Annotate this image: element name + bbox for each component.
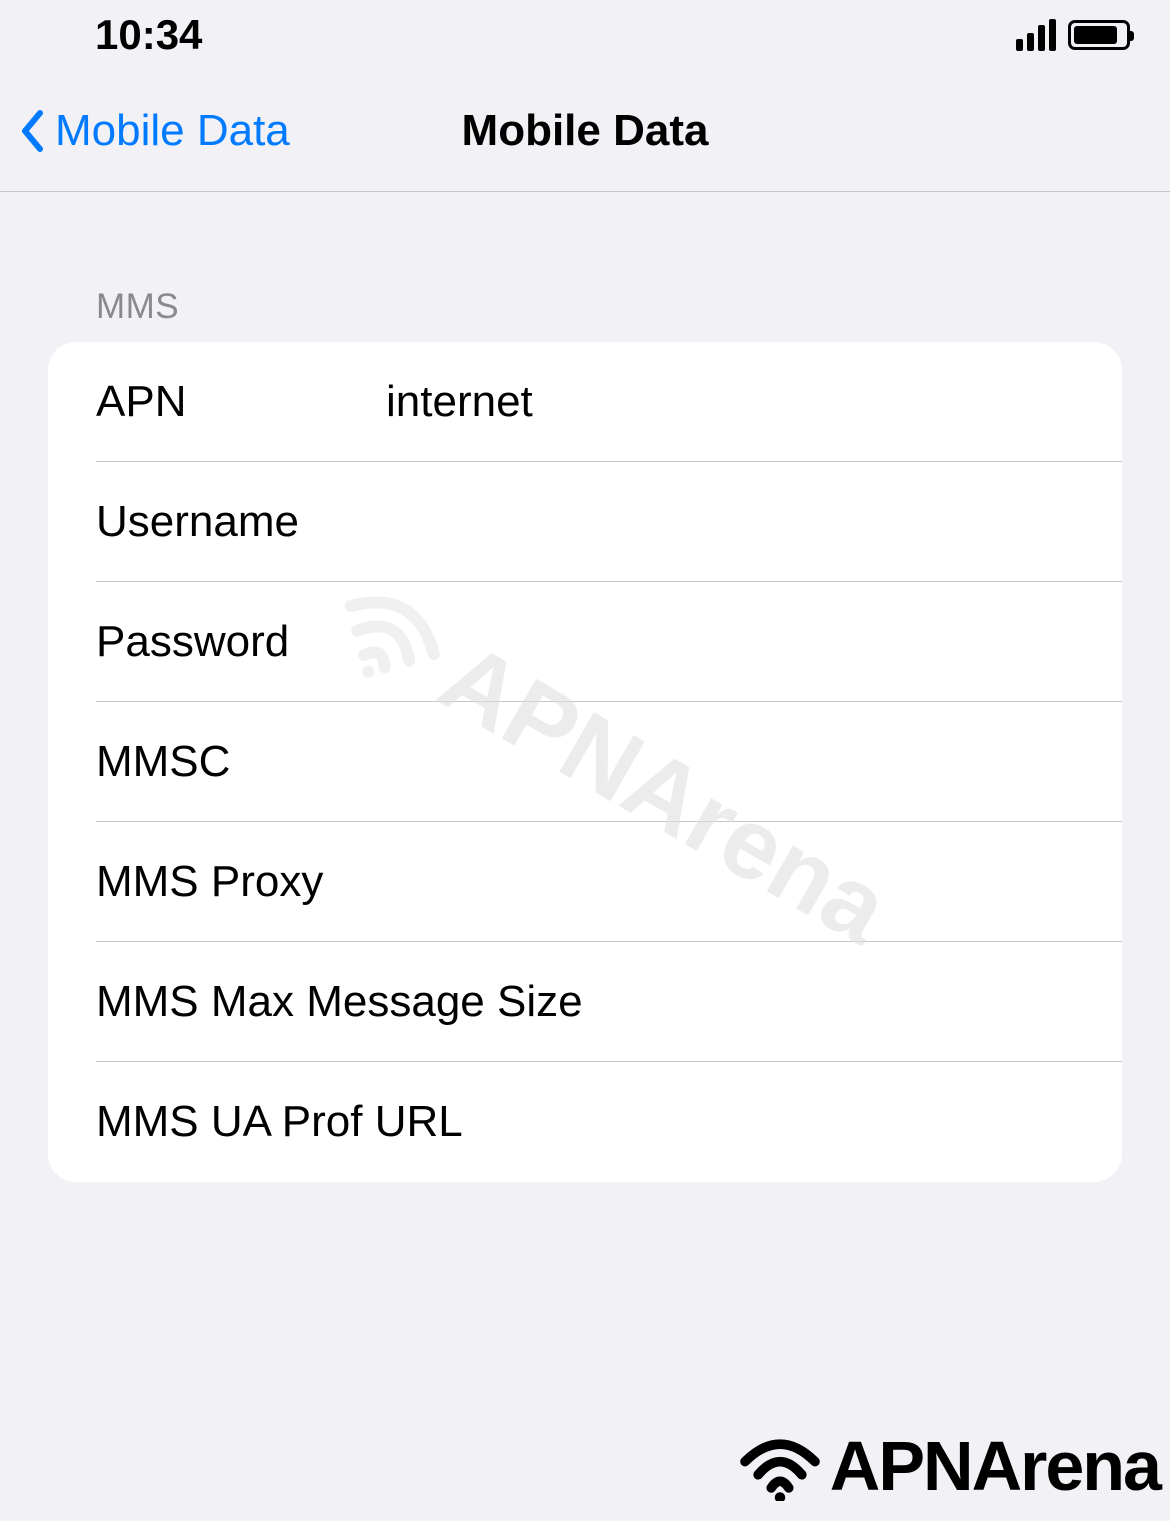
row-label: MMS Proxy: [96, 857, 386, 907]
cellular-signal-icon: [1016, 19, 1056, 51]
row-password[interactable]: Password: [48, 582, 1122, 702]
section-header-mms: MMS: [48, 192, 1122, 342]
username-input[interactable]: [386, 497, 1074, 547]
row-label: MMS UA Prof URL: [96, 1097, 463, 1147]
row-mmsc[interactable]: MMSC: [48, 702, 1122, 822]
row-mms-max-size[interactable]: MMS Max Message Size: [48, 942, 1122, 1062]
nav-bar: Mobile Data Mobile Data: [0, 70, 1170, 192]
row-label: MMSC: [96, 737, 386, 787]
footer-text: APNArena: [830, 1426, 1160, 1506]
apn-input[interactable]: [386, 377, 1074, 427]
status-icons: [1016, 19, 1130, 51]
row-username[interactable]: Username: [48, 462, 1122, 582]
row-label: MMS Max Message Size: [96, 977, 583, 1027]
page-title: Mobile Data: [462, 106, 709, 156]
row-label: APN: [96, 377, 386, 427]
row-mms-ua-prof[interactable]: MMS UA Prof URL: [48, 1062, 1122, 1182]
wifi-icon: [735, 1431, 825, 1501]
status-time: 10:34: [95, 11, 202, 59]
mmsc-input[interactable]: [386, 737, 1074, 787]
back-label: Mobile Data: [55, 106, 290, 156]
settings-group: APN Username Password MMSC MMS Proxy MMS…: [48, 342, 1122, 1182]
battery-icon: [1068, 20, 1130, 50]
row-apn[interactable]: APN: [48, 342, 1122, 462]
row-label: Username: [96, 497, 386, 547]
row-label: Password: [96, 617, 386, 667]
back-button[interactable]: Mobile Data: [0, 106, 290, 156]
mms-proxy-input[interactable]: [386, 857, 1074, 907]
password-input[interactable]: [386, 617, 1074, 667]
chevron-left-icon: [20, 110, 45, 152]
status-bar: 10:34: [0, 0, 1170, 70]
footer-logo: APNArena: [735, 1426, 1160, 1506]
row-mms-proxy[interactable]: MMS Proxy: [48, 822, 1122, 942]
